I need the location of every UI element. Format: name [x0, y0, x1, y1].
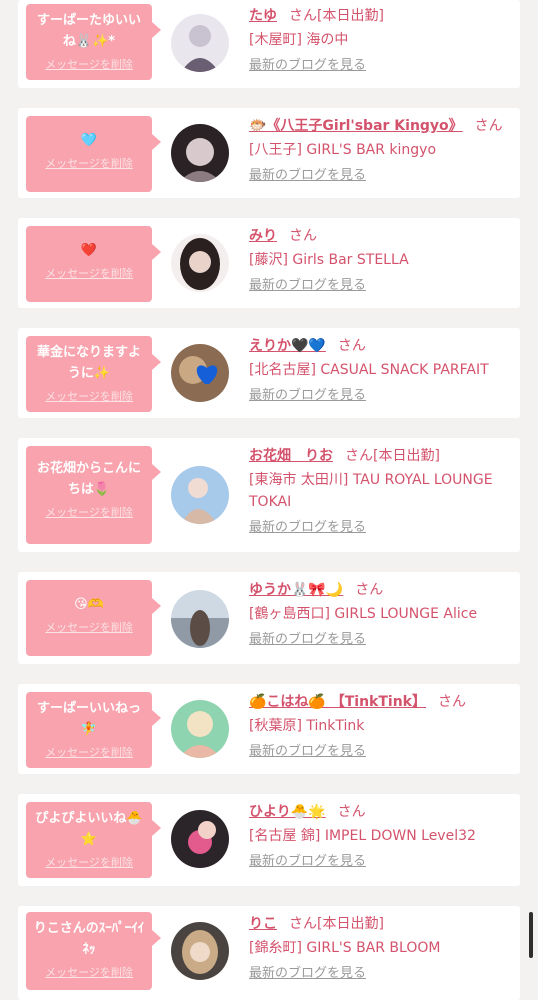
delete-message-link[interactable]: メッセージを削除	[26, 744, 152, 760]
latest-blog-link[interactable]: 最新のブログを見る	[249, 386, 514, 406]
shop-info: [名古屋 錦] IMPEL DOWN Level32	[249, 828, 476, 844]
list-item: ❤️ メッセージを削除 みり さん [藤沢] Girls Bar STELLA 最…	[18, 218, 520, 308]
cast-name-link[interactable]: みり	[249, 228, 277, 244]
cast-name-link[interactable]: ひより🐣🌟	[249, 804, 326, 820]
message-bubble: お花畑からこんにちは🌷 メッセージを削除	[26, 446, 161, 544]
cast-name-link[interactable]: 🍊こはね🍊 【TinkTink】	[249, 694, 426, 710]
avatar[interactable]	[171, 466, 229, 524]
list-item: りこさんのｽｰﾊﾟｰｲｲﾈｯ メッセージを削除 りこ さん[本日出勤] [錦糸町]…	[18, 906, 520, 1000]
message-text: すーぱーいいねっ🧚	[36, 701, 141, 737]
message-bubble: 華金になりますように✨ メッセージを削除	[26, 336, 161, 412]
message-text: お花畑からこんにちは🌷	[36, 461, 141, 497]
avatar[interactable]	[171, 922, 229, 980]
latest-blog-link[interactable]: 最新のブログを見る	[249, 518, 514, 538]
shop-info: [鶴ヶ島西口] GIRLS LOUNGE Alice	[249, 606, 478, 622]
cast-info: ゆうか🐰🎀🌙 さん [鶴ヶ島西口] GIRLS LOUNGE Alice 最新のブ…	[249, 580, 514, 650]
delete-message-link[interactable]: メッセージを削除	[26, 388, 152, 404]
avatar[interactable]	[171, 14, 229, 72]
message-text: 🩵	[80, 133, 98, 148]
cast-name-link[interactable]: お花畑 りお	[249, 448, 333, 464]
scrollbar-thumb[interactable]	[529, 912, 533, 958]
message-text: りこさんのｽｰﾊﾟｰｲｲﾈｯ	[33, 921, 145, 957]
avatar[interactable]	[171, 590, 229, 648]
message-bubble: りこさんのｽｰﾊﾟｰｲｲﾈｯ メッセージを削除	[26, 912, 161, 990]
honorific: さん	[337, 338, 366, 354]
message-text: 😘🫶	[74, 597, 104, 612]
shop-info: [北名古屋] CASUAL SNACK PARFAIT	[249, 362, 489, 378]
cast-name-link[interactable]: 🐡《八王子Girl'sbar Kingyo》	[249, 118, 463, 134]
cast-info: りこ さん[本日出勤] [錦糸町] GIRL'S BAR BLOOM 最新のブログ…	[249, 914, 514, 984]
cast-info: 🍊こはね🍊 【TinkTink】 さん [秋葉原] TinkTink 最新のブログ…	[249, 692, 514, 762]
latest-blog-link[interactable]: 最新のブログを見る	[249, 276, 514, 296]
delete-message-link[interactable]: メッセージを削除	[26, 854, 152, 870]
attendance-badge: [本日出勤]	[373, 448, 440, 464]
message-bubble: ぴよぴよいいね🐣⭐ メッセージを削除	[26, 802, 161, 878]
delete-message-link[interactable]: メッセージを削除	[26, 265, 152, 281]
shop-info: [藤沢] Girls Bar STELLA	[249, 252, 409, 268]
avatar[interactable]	[171, 124, 229, 182]
avatar[interactable]	[171, 344, 229, 402]
message-text: 華金になりますように✨	[36, 345, 141, 381]
honorific: さん	[438, 694, 466, 710]
list-item: 🩵 メッセージを削除 🐡《八王子Girl'sbar Kingyo》 さん [八王子…	[18, 108, 520, 198]
delete-message-link[interactable]: メッセージを削除	[26, 155, 152, 171]
shop-info: [木屋町] 海の中	[249, 32, 349, 48]
shop-info: [東海市 太田川] TAU ROYAL LOUNGE TOKAI	[249, 472, 493, 510]
latest-blog-link[interactable]: 最新のブログを見る	[249, 852, 514, 872]
latest-blog-link[interactable]: 最新のブログを見る	[249, 56, 514, 76]
message-text: すーぱーたゆいいね🐰✨*	[36, 13, 141, 49]
attendance-badge: [本日出勤]	[317, 916, 384, 932]
cast-name-link[interactable]: りこ	[249, 916, 277, 932]
cast-info: えりか🖤💙 さん [北名古屋] CASUAL SNACK PARFAIT 最新のブ…	[249, 336, 514, 406]
attendance-badge: [本日出勤]	[317, 8, 384, 24]
honorific: さん	[337, 804, 366, 820]
message-bubble: すーぱーいいねっ🧚 メッセージを削除	[26, 692, 161, 768]
latest-blog-link[interactable]: 最新のブログを見る	[249, 166, 514, 186]
avatar[interactable]	[171, 700, 229, 758]
avatar[interactable]	[171, 234, 229, 292]
latest-blog-link[interactable]: 最新のブログを見る	[249, 630, 514, 650]
cast-info: お花畑 りお さん[本日出勤] [東海市 太田川] TAU ROYAL LOUNG…	[249, 446, 514, 538]
list-item: ぴよぴよいいね🐣⭐ メッセージを削除 ひより🐣🌟 さん [名古屋 錦] IMPEL…	[18, 794, 520, 886]
cast-info: たゆ さん[本日出勤] [木屋町] 海の中 最新のブログを見る	[249, 6, 514, 76]
shop-info: [秋葉原] TinkTink	[249, 718, 365, 734]
cast-info: ひより🐣🌟 さん [名古屋 錦] IMPEL DOWN Level32 最新のブロ…	[249, 802, 514, 872]
honorific: さん	[345, 448, 373, 464]
list-item: すーぱーたゆいいね🐰✨* メッセージを削除 たゆ さん[本日出勤] [木屋町] 海…	[18, 0, 520, 88]
delete-message-link[interactable]: メッセージを削除	[26, 619, 152, 635]
message-text: ❤️	[80, 243, 98, 258]
honorific: さん	[289, 8, 317, 24]
message-bubble: 😘🫶 メッセージを削除	[26, 580, 161, 656]
delete-message-link[interactable]: メッセージを削除	[26, 504, 152, 520]
latest-blog-link[interactable]: 最新のブログを見る	[249, 964, 514, 984]
delete-message-link[interactable]: メッセージを削除	[26, 56, 152, 72]
cast-info: 🐡《八王子Girl'sbar Kingyo》 さん [八王子] GIRL'S BA…	[249, 116, 514, 186]
list-item: お花畑からこんにちは🌷 メッセージを削除 お花畑 りお さん[本日出勤] [東海市…	[18, 438, 520, 552]
shop-info: [八王子] GIRL'S BAR kingyo	[249, 142, 437, 158]
cast-name-link[interactable]: たゆ	[249, 8, 277, 24]
cast-name-link[interactable]: ゆうか🐰🎀🌙	[249, 582, 343, 598]
list-item: すーぱーいいねっ🧚 メッセージを削除 🍊こはね🍊 【TinkTink】 さん [秋…	[18, 684, 520, 774]
cast-name-link[interactable]: えりか🖤💙	[249, 338, 326, 354]
honorific: さん	[355, 582, 384, 598]
cast-info: みり さん [藤沢] Girls Bar STELLA 最新のブログを見る	[249, 226, 514, 296]
honorific: さん	[474, 118, 503, 134]
list-item: 😘🫶 メッセージを削除 ゆうか🐰🎀🌙 さん [鶴ヶ島西口] GIRLS LOUNG…	[18, 572, 520, 664]
shop-info: [錦糸町] GIRL'S BAR BLOOM	[249, 940, 441, 956]
message-bubble: 🩵 メッセージを削除	[26, 116, 161, 192]
message-bubble: すーぱーたゆいいね🐰✨* メッセージを削除	[26, 4, 161, 80]
message-text: ぴよぴよいいね🐣⭐	[35, 811, 143, 847]
honorific: さん	[289, 228, 317, 244]
latest-blog-link[interactable]: 最新のブログを見る	[249, 742, 514, 762]
avatar[interactable]	[171, 810, 229, 868]
list-item: 華金になりますように✨ メッセージを削除 えりか🖤💙 さん [北名古屋] CASU…	[18, 328, 520, 418]
message-bubble: ❤️ メッセージを削除	[26, 226, 161, 302]
honorific: さん	[289, 916, 317, 932]
delete-message-link[interactable]: メッセージを削除	[26, 964, 152, 980]
